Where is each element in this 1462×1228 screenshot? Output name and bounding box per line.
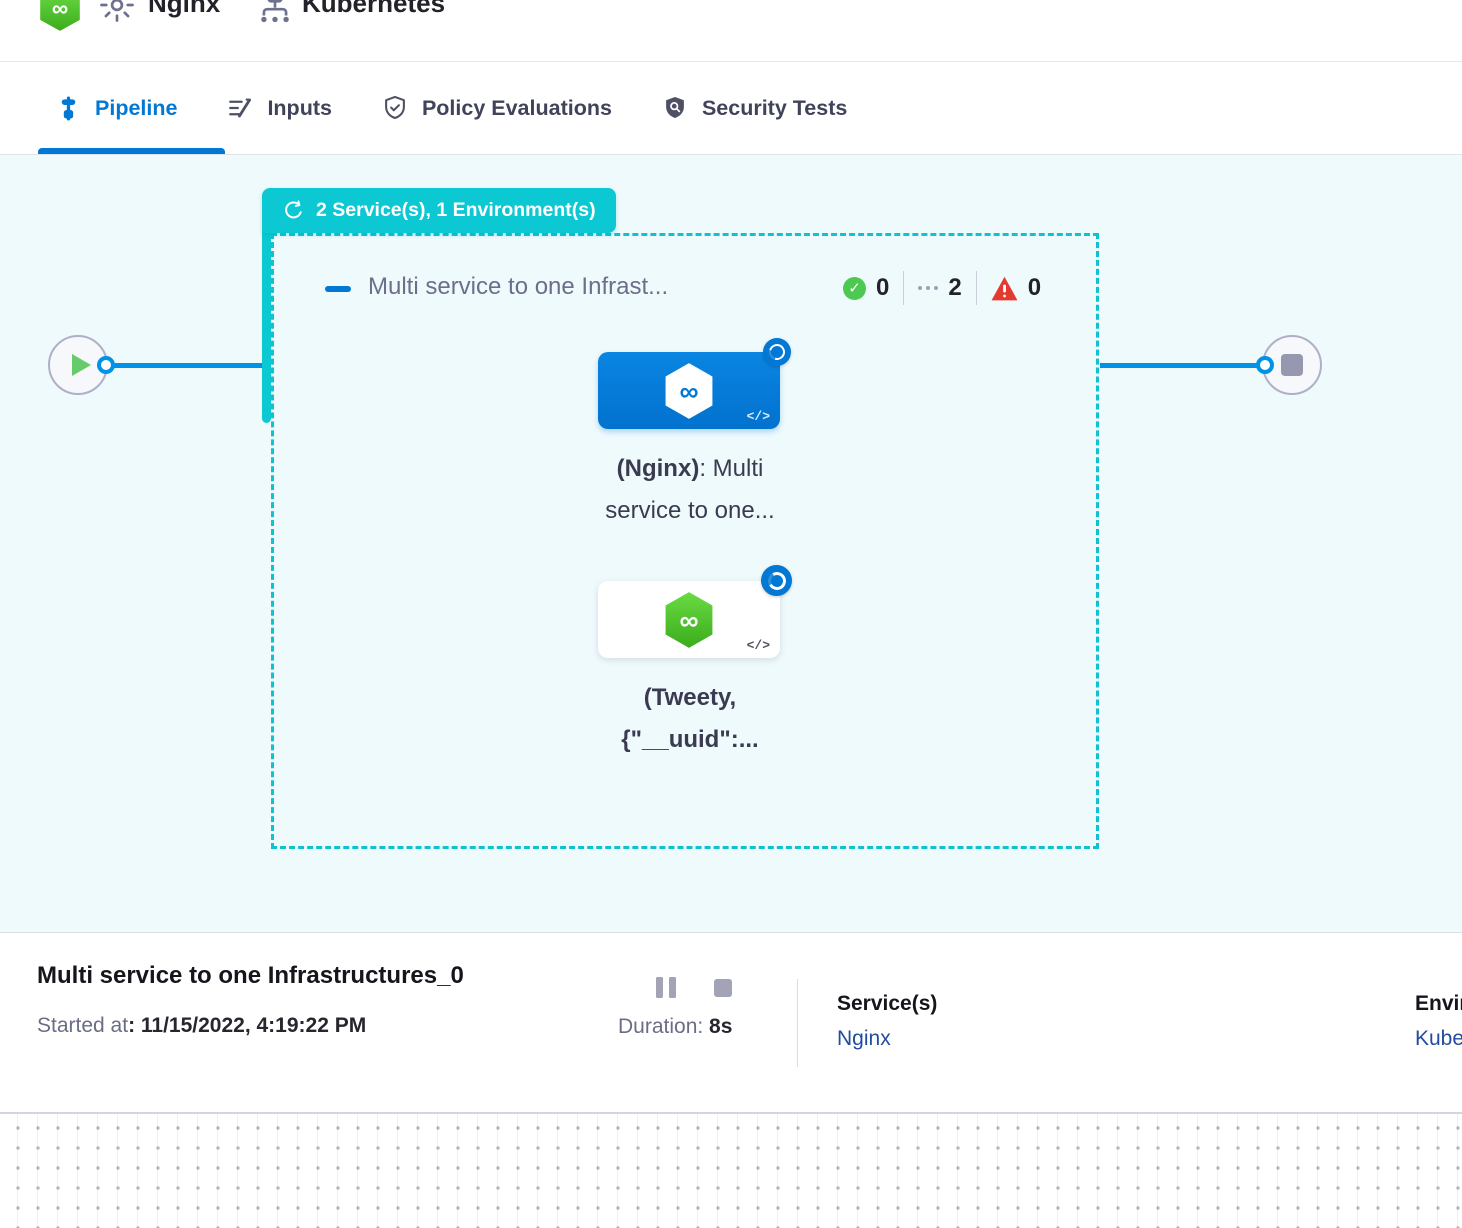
services-label: Service(s) xyxy=(837,992,937,1016)
loop-icon xyxy=(282,199,305,222)
duration-row: Duration: 8s xyxy=(618,1015,732,1039)
context-bar: ∞ Nginx Kubernetes xyxy=(0,0,1462,62)
divider xyxy=(797,979,798,1067)
environment-icon xyxy=(256,0,294,26)
started-at-value: : 11/15/2022, 4:19:22 PM xyxy=(128,1014,366,1037)
started-at-row: Started at: 11/15/2022, 4:19:22 PM xyxy=(37,1014,366,1038)
started-at-label: Started at xyxy=(37,1014,128,1037)
context-environment-name[interactable]: Kubernetes xyxy=(302,0,445,19)
inputs-icon xyxy=(227,95,253,121)
abort-pipeline-button[interactable] xyxy=(714,979,732,997)
pipeline-icon xyxy=(56,96,81,121)
stage-group-strip xyxy=(262,231,271,423)
tab-security-tests[interactable]: Security Tests xyxy=(662,95,847,121)
edge-start-to-stage xyxy=(106,363,266,368)
duration-value: 8s xyxy=(703,1015,732,1038)
tab-policy-evaluations-label: Policy Evaluations xyxy=(422,96,612,121)
shield-check-icon xyxy=(382,95,408,121)
execution-title: Multi service to one Infrastructures_0 xyxy=(37,962,464,990)
shield-scan-icon xyxy=(662,95,688,121)
execution-info-bar: Multi service to one Infrastructures_0 S… xyxy=(0,932,1462,1112)
end-connector-dot xyxy=(1256,356,1274,374)
tab-inputs-label: Inputs xyxy=(267,96,332,121)
tab-policy-evaluations[interactable]: Policy Evaluations xyxy=(382,95,612,121)
execution-tab-bar: Pipeline Inputs Policy Evaluations xyxy=(0,62,1462,155)
edge-stage-to-end xyxy=(1100,363,1258,368)
stop-icon xyxy=(1281,354,1303,376)
stage-group-badge[interactable]: 2 Service(s), 1 Environment(s) xyxy=(262,188,616,233)
harness-service-icon: ∞ xyxy=(38,0,82,32)
stage-group-dashed-box xyxy=(271,233,1099,849)
gear-icon xyxy=(98,0,136,24)
service-link-nginx[interactable]: Nginx xyxy=(837,1027,891,1051)
environment-chip[interactable] xyxy=(256,0,294,26)
running-spinner-badge xyxy=(763,338,791,366)
start-connector-dot xyxy=(97,356,115,374)
tab-pipeline[interactable]: Pipeline xyxy=(56,96,177,121)
environments-label: Environment(s) xyxy=(1415,992,1462,1016)
console-grid-area xyxy=(0,1112,1462,1228)
service-chip[interactable] xyxy=(98,0,136,24)
stage-group-badge-label: 2 Service(s), 1 Environment(s) xyxy=(316,199,596,222)
active-tab-underline xyxy=(38,148,225,154)
tab-inputs[interactable]: Inputs xyxy=(227,95,332,121)
pipeline-canvas[interactable]: 2 Service(s), 1 Environment(s) Multi ser… xyxy=(0,155,1462,932)
duration-label: Duration: xyxy=(618,1015,703,1038)
play-icon xyxy=(72,354,91,376)
svg-text:∞: ∞ xyxy=(52,0,68,21)
running-spinner-badge xyxy=(761,565,792,596)
environment-link-kubernetes[interactable]: Kubernetes xyxy=(1415,1027,1462,1051)
tab-pipeline-label: Pipeline xyxy=(95,96,177,121)
tab-security-tests-label: Security Tests xyxy=(702,96,847,121)
pipeline-execution-page: ∞ Nginx Kubernetes xyxy=(0,0,1462,1228)
context-service-name[interactable]: Nginx xyxy=(148,0,220,19)
pause-pipeline-button[interactable] xyxy=(656,977,676,998)
